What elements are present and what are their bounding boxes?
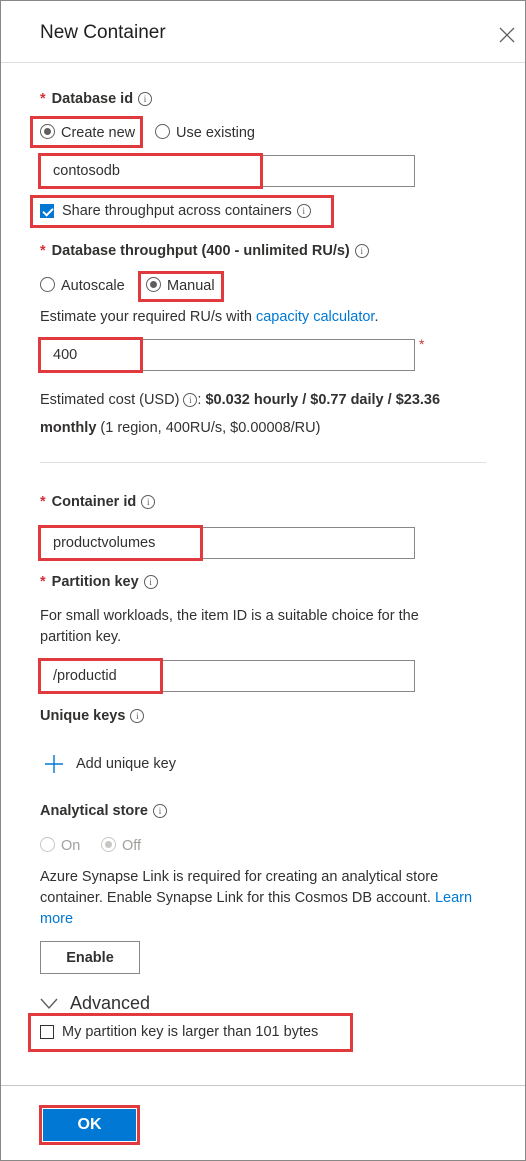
highlight-database-id <box>38 153 263 189</box>
analytical-off-label: Off <box>122 838 142 854</box>
container-id-label-text: Container id <box>51 494 137 510</box>
partition-key-label-text: Partition key <box>51 574 139 590</box>
required-marker: * <box>40 243 46 259</box>
estimate-text: Estimate your required RU/s with capacit… <box>40 307 378 328</box>
database-id-label-text: Database id <box>51 91 134 107</box>
unique-keys-label: Unique keys i <box>40 708 145 724</box>
throughput-label: * Database throughput (400 - unlimited RU… <box>40 243 369 259</box>
info-icon[interactable]: i <box>354 244 369 258</box>
use-existing-radio[interactable]: Use existing <box>155 124 255 141</box>
section-divider <box>40 462 486 463</box>
partition-help-text: For small workloads, the item ID is a su… <box>40 606 490 648</box>
autoscale-radio[interactable]: Autoscale <box>40 277 125 294</box>
radio-unselected-icon <box>155 124 170 139</box>
info-icon[interactable]: i <box>130 709 145 723</box>
capacity-calculator-link[interactable]: capacity calculator <box>256 309 374 325</box>
share-throughput-label: Share throughput across containers <box>62 203 292 219</box>
chevron-down-icon <box>40 998 58 1009</box>
info-icon[interactable]: i <box>138 92 153 106</box>
required-marker: * <box>40 91 46 107</box>
required-marker: * <box>40 574 46 590</box>
highlight-container-id <box>38 525 203 561</box>
learn-more-link[interactable]: Learn <box>435 890 472 906</box>
synapse-note-line1: Azure Synapse Link is required for creat… <box>40 869 439 885</box>
cost-monthly: monthly <box>40 420 97 436</box>
panel-title: New Container <box>40 22 166 43</box>
advanced-label: Advanced <box>70 993 151 1013</box>
cost-amount: $0.032 hourly / $0.77 daily / $23.36 <box>205 392 441 408</box>
manual-label: Manual <box>167 278 215 294</box>
partition-help-line2: partition key. <box>40 629 122 645</box>
synapse-note: Azure Synapse Link is required for creat… <box>40 867 510 930</box>
create-new-label: Create new <box>61 125 136 141</box>
enable-button[interactable]: Enable <box>40 941 140 974</box>
analytical-on-label: On <box>61 838 81 854</box>
radio-disabled-icon <box>40 837 55 852</box>
checkbox-checked-icon <box>40 204 54 218</box>
analytical-off-radio[interactable]: Off <box>101 837 141 854</box>
highlight-partition-key <box>38 658 163 694</box>
manual-radio[interactable]: Manual <box>146 277 215 294</box>
analytical-store-label-text: Analytical store <box>40 803 148 819</box>
container-id-label: * Container id i <box>40 494 156 510</box>
share-throughput-checkbox[interactable]: Share throughput across containers i <box>40 203 311 219</box>
analytical-store-label: Analytical store i <box>40 803 167 819</box>
highlight-throughput <box>38 337 143 373</box>
required-marker: * <box>40 494 46 510</box>
highlight-ok <box>39 1105 140 1145</box>
use-existing-label: Use existing <box>176 125 255 141</box>
footer-divider <box>1 1085 525 1086</box>
plus-icon <box>45 755 63 773</box>
checkbox-unchecked-icon <box>40 1025 54 1039</box>
cost-details: (1 region, 400RU/s, $0.00008/RU) <box>96 420 321 436</box>
radio-unselected-icon <box>40 277 55 292</box>
learn-more-link-cont[interactable]: more <box>40 911 73 927</box>
info-icon[interactable]: i <box>183 393 198 407</box>
info-icon[interactable]: i <box>153 804 167 818</box>
throughput-label-text: Database throughput (400 - unlimited RU/… <box>51 243 350 259</box>
synapse-note-line2: container. Enable Synapse Link for this … <box>40 890 435 906</box>
create-new-radio[interactable]: Create new <box>40 124 135 141</box>
header-divider <box>1 62 525 63</box>
cost-prefix: Estimated cost (USD) <box>40 392 184 408</box>
close-icon[interactable] <box>498 26 516 44</box>
large-partition-key-label: My partition key is larger than 101 byte… <box>62 1024 319 1040</box>
radio-disabled-selected-icon <box>101 837 116 852</box>
radio-selected-icon <box>146 277 161 292</box>
autoscale-label: Autoscale <box>61 278 125 294</box>
estimate-prefix: Estimate your required RU/s with <box>40 309 256 325</box>
database-id-label: * Database id i <box>40 91 153 107</box>
info-icon[interactable]: i <box>296 204 311 218</box>
large-partition-key-checkbox[interactable]: My partition key is larger than 101 byte… <box>40 1024 318 1040</box>
advanced-toggle[interactable]: Advanced <box>40 993 150 1014</box>
unique-keys-label-text: Unique keys <box>40 708 126 724</box>
analytical-on-radio[interactable]: On <box>40 837 80 854</box>
info-icon[interactable]: i <box>143 575 158 589</box>
info-icon[interactable]: i <box>141 495 156 509</box>
partition-key-label: * Partition key i <box>40 574 158 590</box>
add-unique-key-label: Add unique key <box>76 756 176 772</box>
partition-help-line1: For small workloads, the item ID is a su… <box>40 608 419 624</box>
estimate-suffix: . <box>374 309 379 325</box>
estimated-cost: Estimated cost (USD) i: $0.032 hourly / … <box>40 386 490 442</box>
required-marker: * <box>419 336 425 352</box>
radio-selected-icon <box>40 124 55 139</box>
add-unique-key-button[interactable]: Add unique key <box>44 754 176 774</box>
